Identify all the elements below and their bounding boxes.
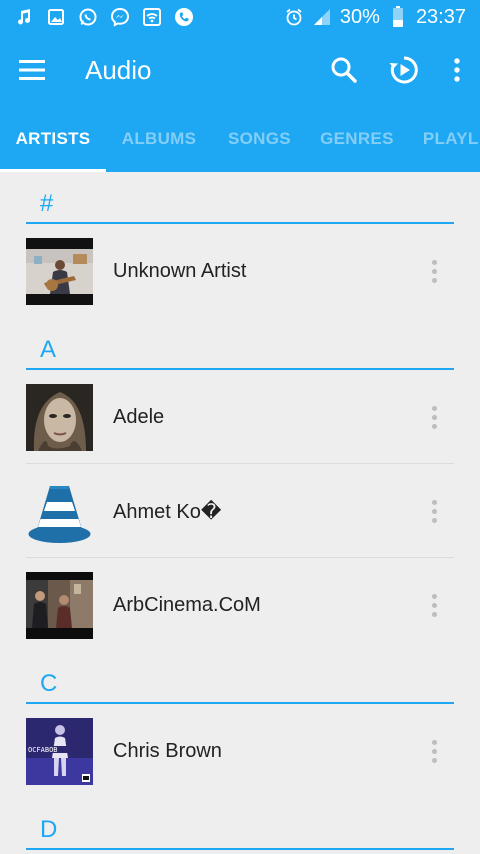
more-vert-icon	[454, 58, 460, 82]
resume-playback-icon	[389, 56, 418, 84]
section-letter: D	[40, 816, 58, 843]
tab-albums[interactable]: ALBUMS	[106, 106, 212, 172]
tab-songs[interactable]: SONGS	[212, 106, 307, 172]
svg-text:OCFABOB: OCFABOB	[28, 746, 58, 754]
tab-artists[interactable]: ARTISTS	[0, 106, 106, 172]
artist-thumbnail: OCFABOB	[26, 717, 93, 785]
item-menu-button[interactable]	[414, 370, 454, 464]
section-header-c: C	[26, 652, 454, 704]
item-menu-button[interactable]	[414, 224, 454, 318]
toolbar-actions	[314, 34, 480, 106]
artist-name: ArbCinema.CoM	[113, 593, 261, 616]
artist-name: Adele	[113, 405, 165, 428]
tab-bar: ARTISTS ALBUMS SONGS GENRES PLAYL	[0, 106, 480, 172]
overflow-menu-button[interactable]	[434, 34, 480, 106]
artist-thumbnail	[26, 478, 93, 545]
artist-thumbnail	[26, 237, 93, 305]
more-vert-icon	[431, 593, 437, 617]
status-bar: 30% 23:37	[0, 0, 480, 34]
artist-row-ahmet[interactable]: Ahmet Ko�	[0, 464, 480, 558]
signal-icon	[312, 7, 332, 27]
item-menu-button[interactable]	[414, 464, 454, 558]
whatsapp-icon	[78, 7, 98, 27]
section-divider	[26, 848, 454, 850]
artist-row-chris-brown[interactable]: OCFABOB Chris Brown	[0, 704, 480, 798]
artist-name: Chris Brown	[113, 739, 222, 762]
wifi-icon	[142, 7, 162, 27]
battery-percent: 30%	[339, 5, 380, 28]
section-letter: #	[40, 190, 54, 217]
tab-genres[interactable]: GENRES	[307, 106, 407, 172]
music-note-icon	[14, 7, 34, 27]
item-menu-button[interactable]	[414, 704, 454, 798]
alarm-icon	[284, 7, 304, 27]
artist-list[interactable]: # Unknown Artist A Adele Ahmet Ko� ArbCi…	[0, 172, 480, 850]
battery-icon	[388, 6, 408, 27]
notification-icons	[14, 7, 194, 27]
section-letter: A	[40, 336, 57, 363]
hamburger-icon	[19, 60, 45, 80]
clock: 23:37	[415, 5, 466, 28]
tab-playlists[interactable]: PLAYL	[407, 106, 480, 172]
more-vert-icon	[431, 499, 437, 523]
resume-playback-button[interactable]	[374, 34, 434, 106]
section-header-d: D	[26, 798, 454, 850]
artist-name: Ahmet Ko�	[113, 500, 222, 523]
artist-row-unknown-artist[interactable]: Unknown Artist	[0, 224, 480, 318]
artist-thumbnail	[26, 571, 93, 639]
image-icon	[46, 7, 66, 27]
artist-row-arbcinema[interactable]: ArbCinema.CoM	[0, 558, 480, 652]
item-menu-button[interactable]	[414, 558, 454, 652]
menu-button[interactable]	[0, 34, 64, 106]
artist-thumbnail	[26, 383, 93, 451]
search-icon	[331, 57, 357, 83]
page-title: Audio	[85, 54, 152, 85]
system-icons: 30% 23:37	[284, 6, 466, 29]
artist-row-adele[interactable]: Adele	[0, 370, 480, 464]
phone-icon	[174, 7, 194, 27]
section-header-hash: #	[26, 172, 454, 224]
section-header-a: A	[26, 318, 454, 370]
artist-name: Unknown Artist	[113, 259, 247, 282]
more-vert-icon	[431, 405, 437, 429]
more-vert-icon	[431, 259, 437, 283]
more-vert-icon	[431, 739, 437, 763]
section-letter: C	[40, 670, 58, 697]
messenger-icon	[110, 7, 130, 27]
app-bar: Audio	[0, 34, 480, 106]
search-button[interactable]	[314, 34, 374, 106]
